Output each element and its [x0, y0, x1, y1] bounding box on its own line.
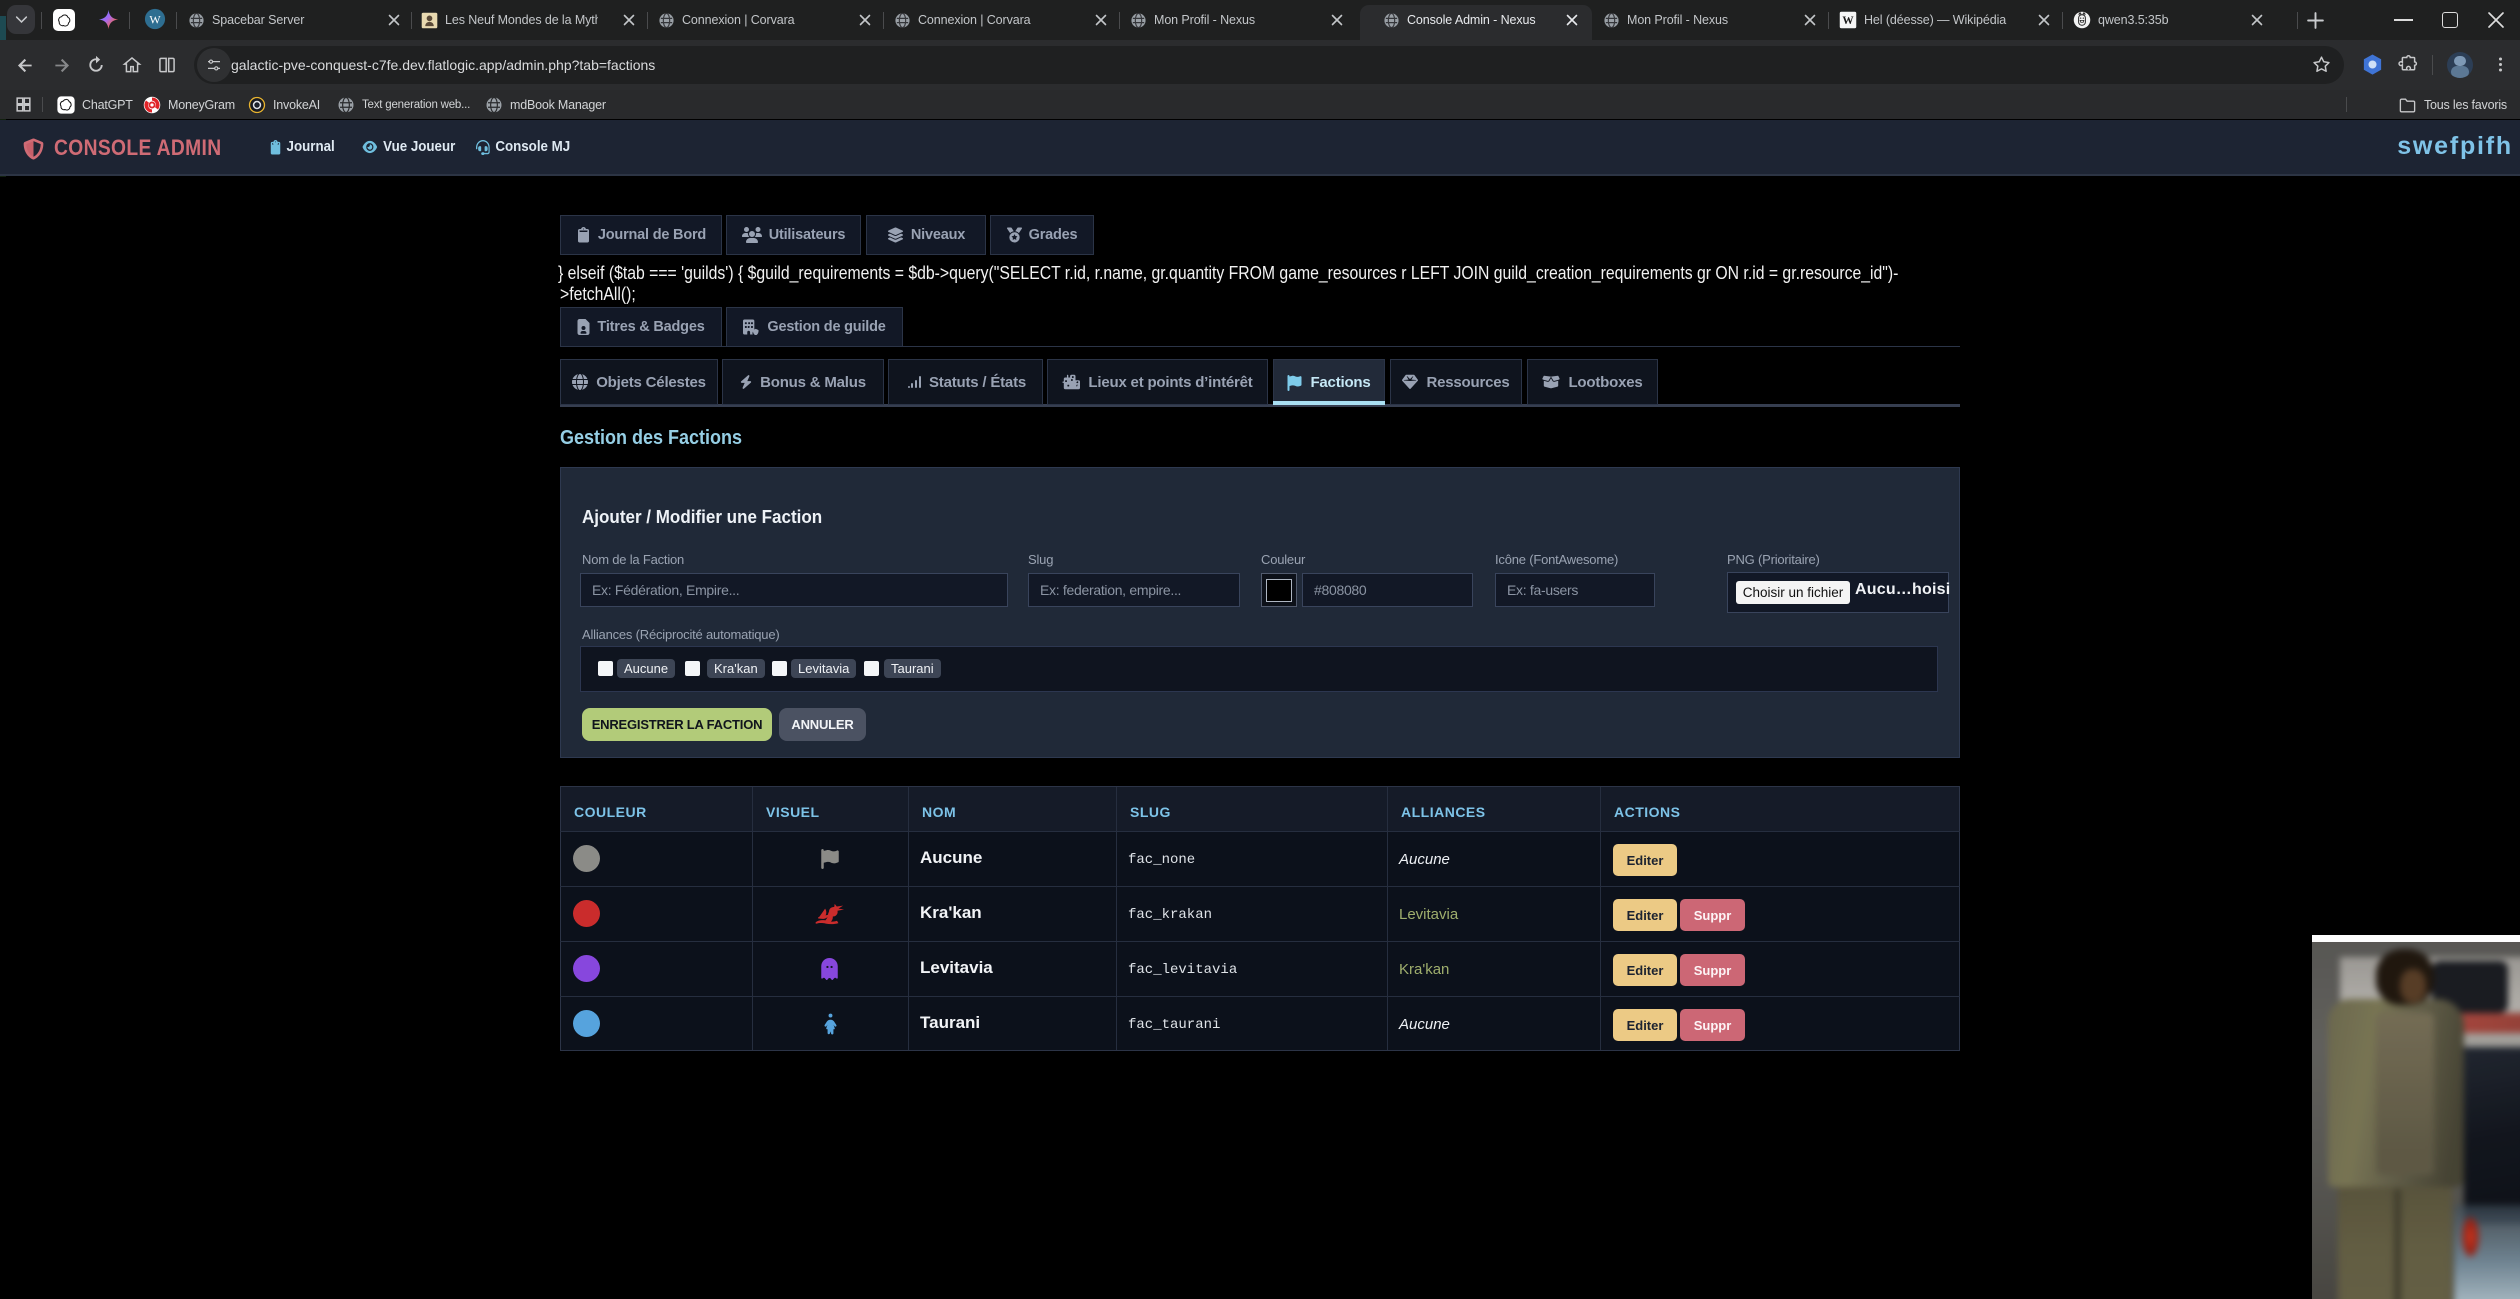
- svg-text:W: W: [1842, 15, 1854, 27]
- svg-text:W: W: [149, 12, 161, 26]
